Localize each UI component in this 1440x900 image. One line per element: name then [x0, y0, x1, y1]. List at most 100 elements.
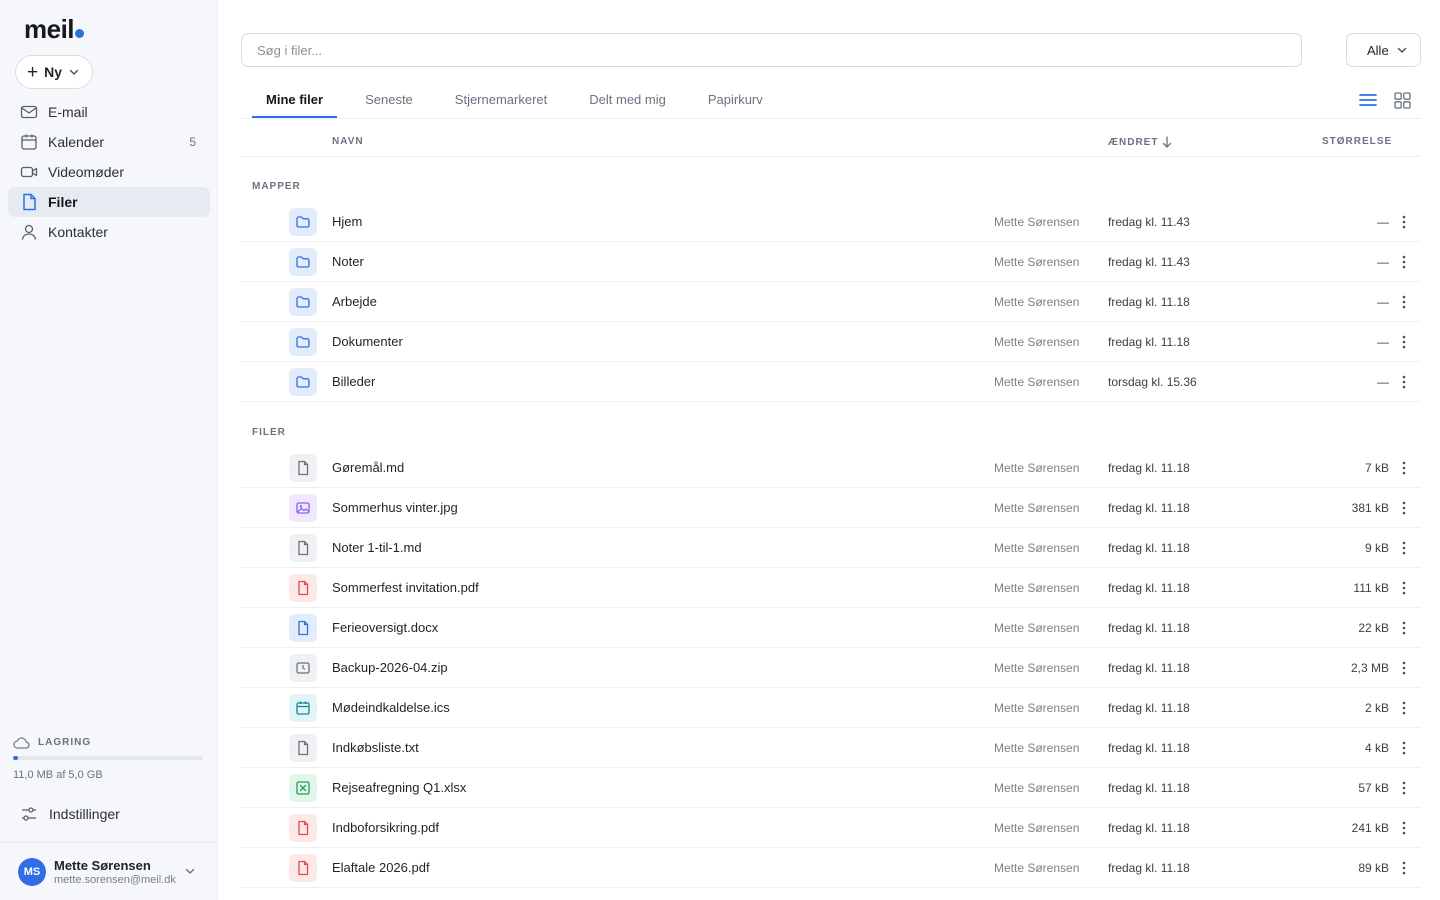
sidebar-item-contacts[interactable]: Kontakter	[8, 217, 210, 247]
plus-icon: +	[27, 61, 39, 83]
new-button-label: Ny	[44, 64, 63, 80]
item-modified: fredag kl. 11.18	[1108, 335, 1190, 349]
item-owner: Mette Sørensen	[994, 501, 1080, 515]
column-header-name[interactable]: NAVN	[332, 136, 364, 147]
sidebar-item-email[interactable]: E-mail	[8, 97, 210, 127]
section-label-files: FILER	[252, 427, 286, 438]
folder-row[interactable]: Hjem Mette Sørensen fredag kl. 11.43 —	[241, 202, 1421, 242]
archive-icon	[289, 654, 317, 682]
item-owner: Mette Sørensen	[994, 215, 1080, 229]
sidebar-item-files[interactable]: Filer	[8, 187, 210, 217]
item-owner: Mette Sørensen	[994, 541, 1080, 555]
column-header-label: STØRRELSE	[1322, 136, 1393, 147]
more-options-icon[interactable]	[1397, 698, 1411, 718]
calendar-icon	[21, 134, 37, 150]
column-header-size[interactable]: STØRRELSE	[1322, 136, 1392, 147]
tab-my-files[interactable]: Mine filer	[252, 84, 338, 118]
sidebar-item-video[interactable]: Videomøder	[8, 157, 210, 187]
more-options-icon[interactable]	[1397, 292, 1411, 312]
item-name: Indkøbsliste.txt	[332, 740, 419, 755]
more-options-icon[interactable]	[1397, 818, 1411, 838]
item-modified: fredag kl. 11.43	[1108, 255, 1190, 269]
settings-button[interactable]: Indstillinger	[20, 805, 120, 823]
item-name: Sommerhus vinter.jpg	[332, 500, 458, 515]
file-row[interactable]: Noter 1-til-1.md Mette Sørensen fredag kl.…	[241, 528, 1421, 568]
item-size: —	[1377, 255, 1389, 269]
tab-shared[interactable]: Delt med mig	[575, 84, 680, 118]
folder-row[interactable]: Noter Mette Sørensen fredag kl. 11.43 —	[241, 242, 1421, 282]
tab-starred[interactable]: Stjernemarkeret	[441, 84, 561, 118]
search-input[interactable]	[241, 33, 1302, 67]
folder-list: Hjem Mette Sørensen fredag kl. 11.43— Noter…	[241, 202, 1421, 402]
user-icon	[21, 224, 37, 240]
more-options-icon[interactable]	[1397, 332, 1411, 352]
item-name: Elaftale 2026.pdf	[332, 860, 430, 875]
item-owner: Mette Sørensen	[994, 581, 1080, 595]
more-options-icon[interactable]	[1397, 458, 1411, 478]
file-icon	[23, 193, 36, 211]
file-row[interactable]: Sommerfest invitation.pdf Mette Sørensen f…	[241, 568, 1421, 608]
more-options-icon[interactable]	[1397, 252, 1411, 272]
folder-row[interactable]: Dokumenter Mette Sørensen fredag kl. 11.18…	[241, 322, 1421, 362]
item-size: 381 kB	[1351, 501, 1389, 515]
file-row[interactable]: Indboforsikring.pdf Mette Sørensen fredag …	[241, 808, 1421, 848]
filter-selected: Alle	[1367, 42, 1389, 58]
file-row[interactable]: Elaftale 2026.pdf Mette Sørensen fredag kl…	[241, 848, 1421, 888]
item-owner: Mette Sørensen	[994, 701, 1080, 715]
cloud-icon	[13, 737, 30, 749]
document-icon	[289, 454, 317, 482]
more-options-icon[interactable]	[1397, 498, 1411, 518]
user-menu[interactable]: MS Mette Sørensen mette.sorensen@meil.dk	[0, 842, 218, 900]
file-row[interactable]: Backup-2026-04.zip Mette Sørensen fredag k…	[241, 648, 1421, 688]
storage-panel: LAGRING 11,0 MB af 5,0 GB	[13, 736, 203, 781]
grid-view-button[interactable]	[1392, 90, 1412, 110]
column-header-modified[interactable]: ÆNDRET	[1108, 136, 1172, 148]
folder-row[interactable]: Arbejde Mette Sørensen fredag kl. 11.18 —	[241, 282, 1421, 322]
item-owner: Mette Sørensen	[994, 461, 1080, 475]
sidebar-nav: E-mail Kalender 5 Videomøder Filer Konta…	[8, 97, 210, 247]
file-row[interactable]: Gøremål.md Mette Sørensen fredag kl. 11.18…	[241, 448, 1421, 488]
more-options-icon[interactable]	[1397, 618, 1411, 638]
item-size: 2,3 MB	[1350, 661, 1389, 675]
chevron-down-icon	[69, 69, 79, 75]
tab-recent[interactable]: Seneste	[351, 84, 427, 118]
logo[interactable]: meil	[24, 14, 85, 45]
sidebar-item-calendar[interactable]: Kalender 5	[8, 127, 210, 157]
item-name: Rejseafregning Q1.xlsx	[332, 780, 467, 795]
sidebar-item-label: Kalender	[48, 134, 105, 150]
list-view-button[interactable]	[1358, 90, 1378, 110]
item-modified: fredag kl. 11.18	[1108, 701, 1190, 715]
logo-text: meil	[24, 14, 75, 44]
more-options-icon[interactable]	[1397, 372, 1411, 392]
more-options-icon[interactable]	[1397, 778, 1411, 798]
new-button[interactable]: + Ny	[15, 55, 94, 89]
more-options-icon[interactable]	[1397, 658, 1411, 678]
sidebar-item-count: 5	[189, 135, 196, 149]
more-options-icon[interactable]	[1397, 858, 1411, 878]
more-options-icon[interactable]	[1397, 578, 1411, 598]
file-row[interactable]: Sommerhus vinter.jpg Mette Sørensen fredag…	[241, 488, 1421, 528]
tab-trash[interactable]: Papirkurv	[694, 84, 777, 118]
spreadsheet-icon	[289, 774, 317, 802]
more-options-icon[interactable]	[1397, 538, 1411, 558]
tabs-divider	[241, 118, 1421, 119]
filter-dropdown[interactable]: Alle	[1346, 33, 1421, 67]
header-divider	[241, 156, 1421, 157]
item-size: 22 kB	[1358, 621, 1389, 635]
folder-row[interactable]: Billeder Mette Sørensen torsdag kl. 15.36 —	[241, 362, 1421, 402]
item-name: Hjem	[332, 214, 363, 229]
file-row[interactable]: Rejseafregning Q1.xlsx Mette Sørensen fred…	[241, 768, 1421, 808]
file-row[interactable]: Mødeindkaldelse.ics Mette Sørensen fredag …	[241, 688, 1421, 728]
item-size: —	[1377, 375, 1389, 389]
item-modified: fredag kl. 11.18	[1108, 861, 1190, 875]
file-row[interactable]: Indkøbsliste.txt Mette Sørensen fredag kl.…	[241, 728, 1421, 768]
column-header-label: NAVN	[332, 136, 364, 147]
item-owner: Mette Sørensen	[994, 781, 1080, 795]
file-row[interactable]: Ferieoversigt.docx Mette Sørensen fredag k…	[241, 608, 1421, 648]
item-owner: Mette Sørensen	[994, 621, 1080, 635]
more-options-icon[interactable]	[1397, 738, 1411, 758]
more-options-icon[interactable]	[1397, 212, 1411, 232]
item-owner: Mette Sørensen	[994, 375, 1080, 389]
item-owner: Mette Sørensen	[994, 295, 1080, 309]
item-size: —	[1377, 215, 1389, 229]
